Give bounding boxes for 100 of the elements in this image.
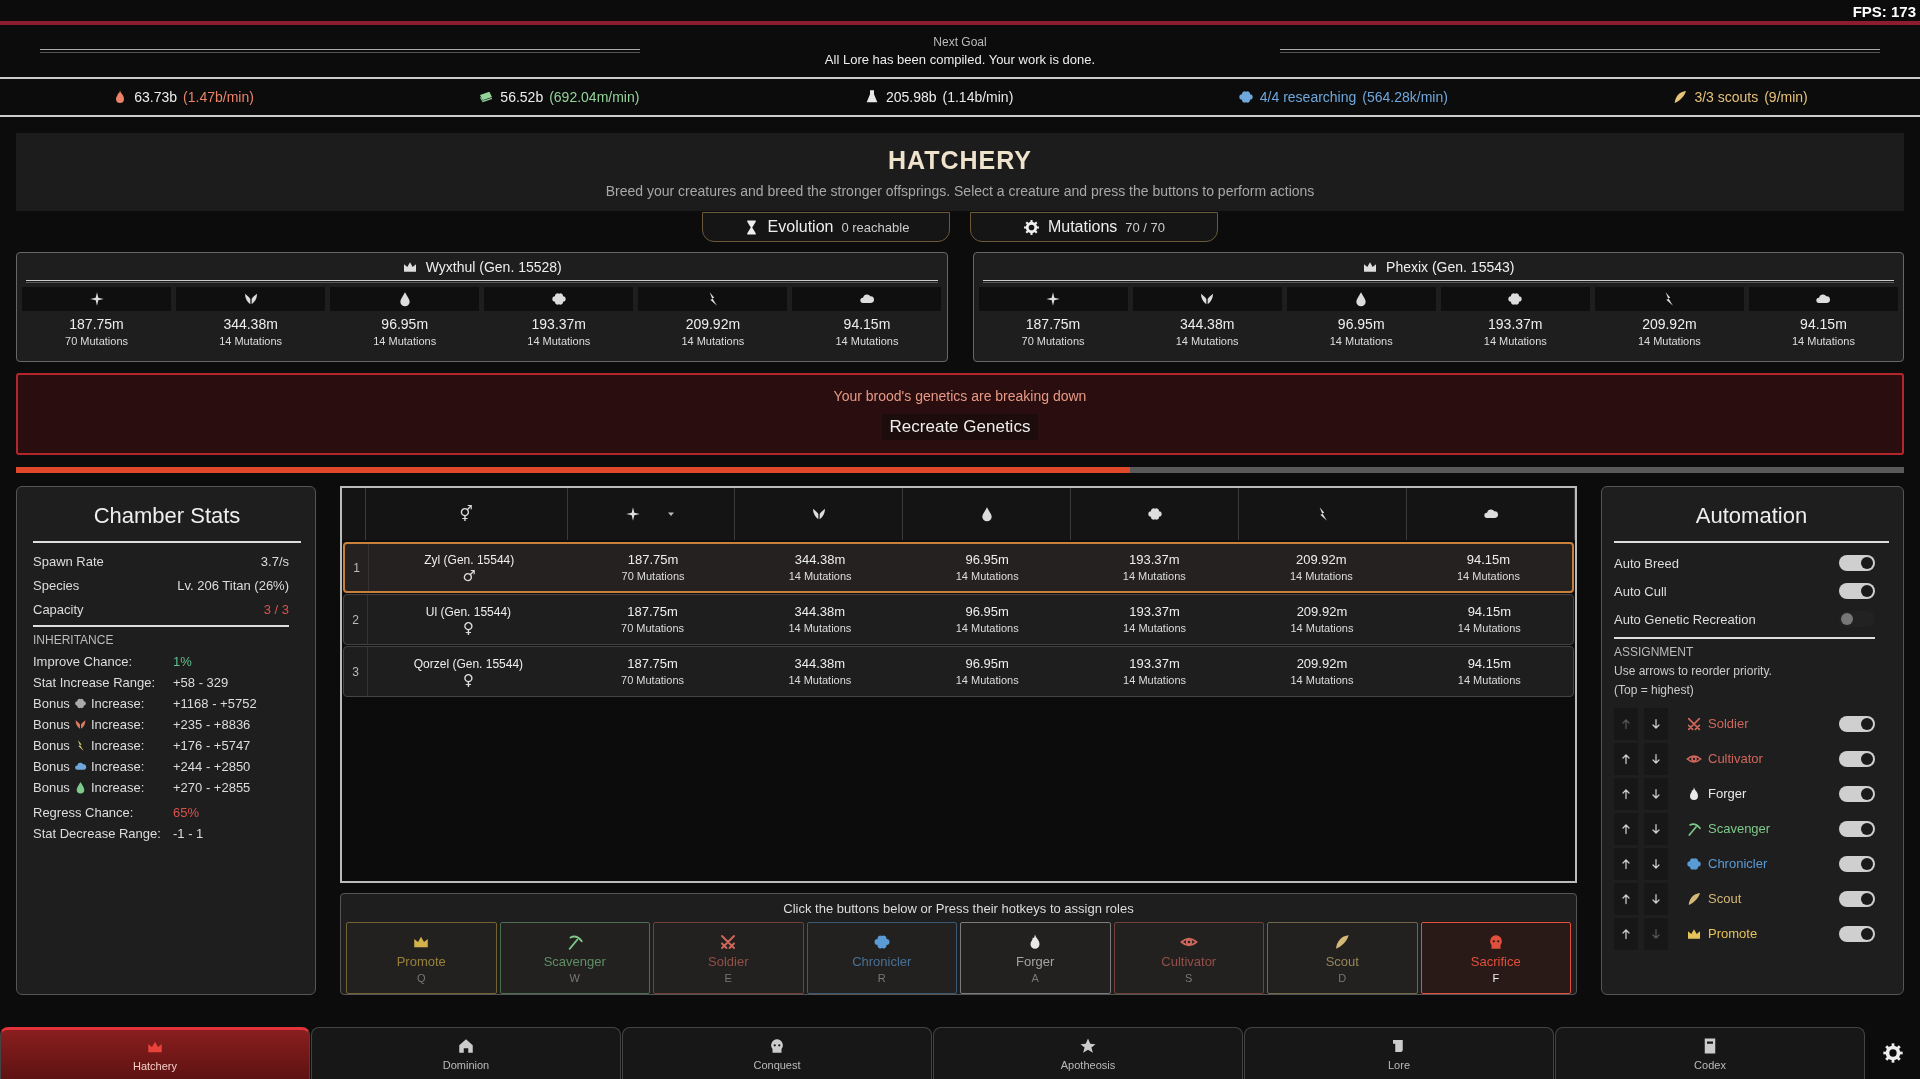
row-number: 1	[353, 559, 360, 576]
stat-value: 187.75m	[627, 655, 678, 672]
creature-name: Zyl (Gen. 15544)	[424, 551, 515, 568]
mutation-count: 14 Mutations	[788, 672, 852, 688]
arrow-up-icon	[1620, 752, 1632, 765]
toggle-switch[interactable]	[1839, 925, 1875, 942]
stat-value: 3.7/s	[260, 553, 289, 569]
resource-rate: (1.47b/min)	[183, 89, 254, 105]
evolution-tab[interactable]: Evolution 0 reachable	[702, 212, 950, 242]
stat-value: 193.37m	[1129, 655, 1180, 672]
move-down-button[interactable]	[1644, 777, 1668, 810]
move-up-button[interactable]	[1614, 917, 1638, 950]
brain-icon	[73, 697, 87, 710]
toggle-switch[interactable]	[1839, 890, 1875, 907]
stat-label: Increase:	[90, 780, 145, 795]
move-up-button[interactable]	[1614, 777, 1638, 810]
mutation-count: 14 Mutations	[219, 335, 283, 347]
nav-tab[interactable]: Apotheosis	[933, 1027, 1243, 1079]
stat-value: +58 - 329	[173, 675, 229, 690]
mutation-count: 14 Mutations	[1290, 620, 1354, 636]
mutation-count: 70 Mutations	[621, 568, 685, 584]
role-button[interactable]: Chronicler R	[806, 922, 957, 994]
stat-label: Increase:	[90, 717, 145, 732]
stat-label: Increase:	[90, 696, 145, 711]
toggle-switch[interactable]	[1839, 555, 1875, 571]
role-button[interactable]: Cultivator S	[1113, 922, 1264, 994]
stat-value: +1168 - +5752	[173, 696, 257, 711]
nav-tab[interactable]: Conquest	[622, 1027, 932, 1079]
resource-amount: 56.52b	[500, 89, 544, 105]
stat-value: 344.38m	[223, 316, 278, 332]
mutations-tab[interactable]: Mutations 70 / 70	[970, 212, 1218, 242]
toggle-switch[interactable]	[1839, 750, 1875, 767]
move-down-button[interactable]	[1644, 847, 1668, 880]
settings-icon[interactable]	[1882, 1042, 1904, 1064]
nav-tab[interactable]: Codex	[1555, 1027, 1865, 1079]
sex-symbol: ♀	[462, 671, 474, 688]
role-caption: Click the buttons below or Press their hotkeys to assign roles	[783, 901, 1134, 916]
resource-amount: 3/3 scouts	[1694, 89, 1759, 105]
role-button[interactable]: Forger A	[960, 922, 1111, 994]
mutation-count: 70 Mutations	[65, 335, 129, 347]
toggle-switch[interactable]	[1839, 715, 1875, 732]
nav-tab[interactable]: Lore	[1244, 1027, 1554, 1079]
stat-label: Bonus	[33, 717, 70, 732]
column-symbol: ⚥	[459, 505, 473, 523]
mutation-count: 14 Mutations	[955, 568, 1019, 584]
column-header[interactable]: ⚥	[366, 488, 568, 540]
mutation-count: 14 Mutations	[835, 335, 899, 347]
arrow-up-icon	[1620, 927, 1632, 940]
mutation-count: 14 Mutations	[1457, 672, 1521, 688]
stat-label: Species	[33, 577, 80, 593]
move-up-button[interactable]	[1614, 742, 1638, 775]
goal-title: Next Goal	[933, 34, 987, 51]
feather-icon	[1672, 89, 1689, 105]
move-down-button[interactable]	[1644, 707, 1668, 740]
role-button[interactable]: Sacrifice F	[1420, 922, 1571, 994]
toggle-switch[interactable]	[1839, 785, 1875, 802]
table-row[interactable]: 3 Qorzel (Gen. 15544) ♀ 187.75m 70 Mutations 344.38m 14 Mutations 96.95m 14 Mutations 193.37m 14 Mutations 209.92m 14 Mutations 94.15m 14 Mutations	[343, 646, 1574, 697]
table-row[interactable]: 1 Zyl (Gen. 15544) ♂ 187.75m 70 Mutations 344.38m 14 Mutations 96.95m 14 Mutations 193.37m 14 Mutations 209.92m 14 Mutations 94.15m 14 Mutations	[343, 542, 1574, 593]
move-down-button[interactable]	[1644, 882, 1668, 915]
role-button[interactable]: Scavenger W	[499, 922, 650, 994]
section-title: ASSIGNMENT	[1614, 645, 1695, 659]
toggle-switch[interactable]	[1839, 855, 1875, 872]
mutation-count: 14 Mutations	[373, 335, 437, 347]
sex-symbol: ♂	[462, 567, 476, 584]
hint-text: Use arrows to reorder priority.	[1614, 663, 1773, 680]
nav-tab[interactable]: Hatchery	[0, 1027, 310, 1079]
brain-icon	[1146, 506, 1163, 522]
stat-label: Bonus	[33, 696, 70, 711]
role-name: Forger	[1708, 786, 1747, 801]
role-button[interactable]: Scout D	[1267, 922, 1418, 994]
toggle-switch[interactable]	[1839, 820, 1875, 837]
move-down-button[interactable]	[1644, 742, 1668, 775]
stat-value: 209.92m	[1642, 316, 1697, 332]
role-button[interactable]: Soldier E	[653, 922, 804, 994]
stat-value: -1 - 1	[173, 826, 204, 841]
resource-amount: 4/4 researching	[1259, 89, 1357, 105]
stat-value: 344.38m	[794, 551, 846, 568]
wings-icon	[810, 506, 827, 522]
stat-value: +244 - +2850	[173, 759, 251, 774]
resource-rate: (564.28k/min)	[1362, 89, 1448, 105]
brain-icon	[550, 291, 567, 307]
move-down-button[interactable]	[1644, 812, 1668, 845]
move-up-button[interactable]	[1614, 812, 1638, 845]
recreate-button[interactable]: Recreate Genetics	[881, 414, 1039, 440]
move-up-button[interactable]	[1614, 882, 1638, 915]
stat-value: Lv. 206 Titan (26%)	[177, 577, 289, 593]
brain-icon	[1686, 855, 1702, 872]
toggle-switch[interactable]	[1839, 611, 1875, 627]
stat-value: 193.37m	[1488, 316, 1543, 332]
wings-icon	[1199, 291, 1216, 307]
table-row[interactable]: 2 Ul (Gen. 15544) ♀ 187.75m 70 Mutations 344.38m 14 Mutations 96.95m 14 Mutations 193.37m 14 Mutations 209.92m 14 Mutations 94.15m 14 Mutations	[343, 594, 1574, 645]
stat-value: 1%	[173, 654, 192, 669]
move-up-button[interactable]	[1614, 847, 1638, 880]
toggle-label: Auto Cull	[1614, 583, 1667, 599]
toggle-switch[interactable]	[1839, 583, 1875, 599]
creature-name: Ul (Gen. 15544)	[425, 603, 512, 620]
role-name: Promote	[1708, 926, 1758, 941]
resource-rate: (692.04m/min)	[549, 89, 640, 105]
nav-tab[interactable]: Dominion	[311, 1027, 621, 1079]
role-button[interactable]: Promote Q	[346, 922, 497, 994]
